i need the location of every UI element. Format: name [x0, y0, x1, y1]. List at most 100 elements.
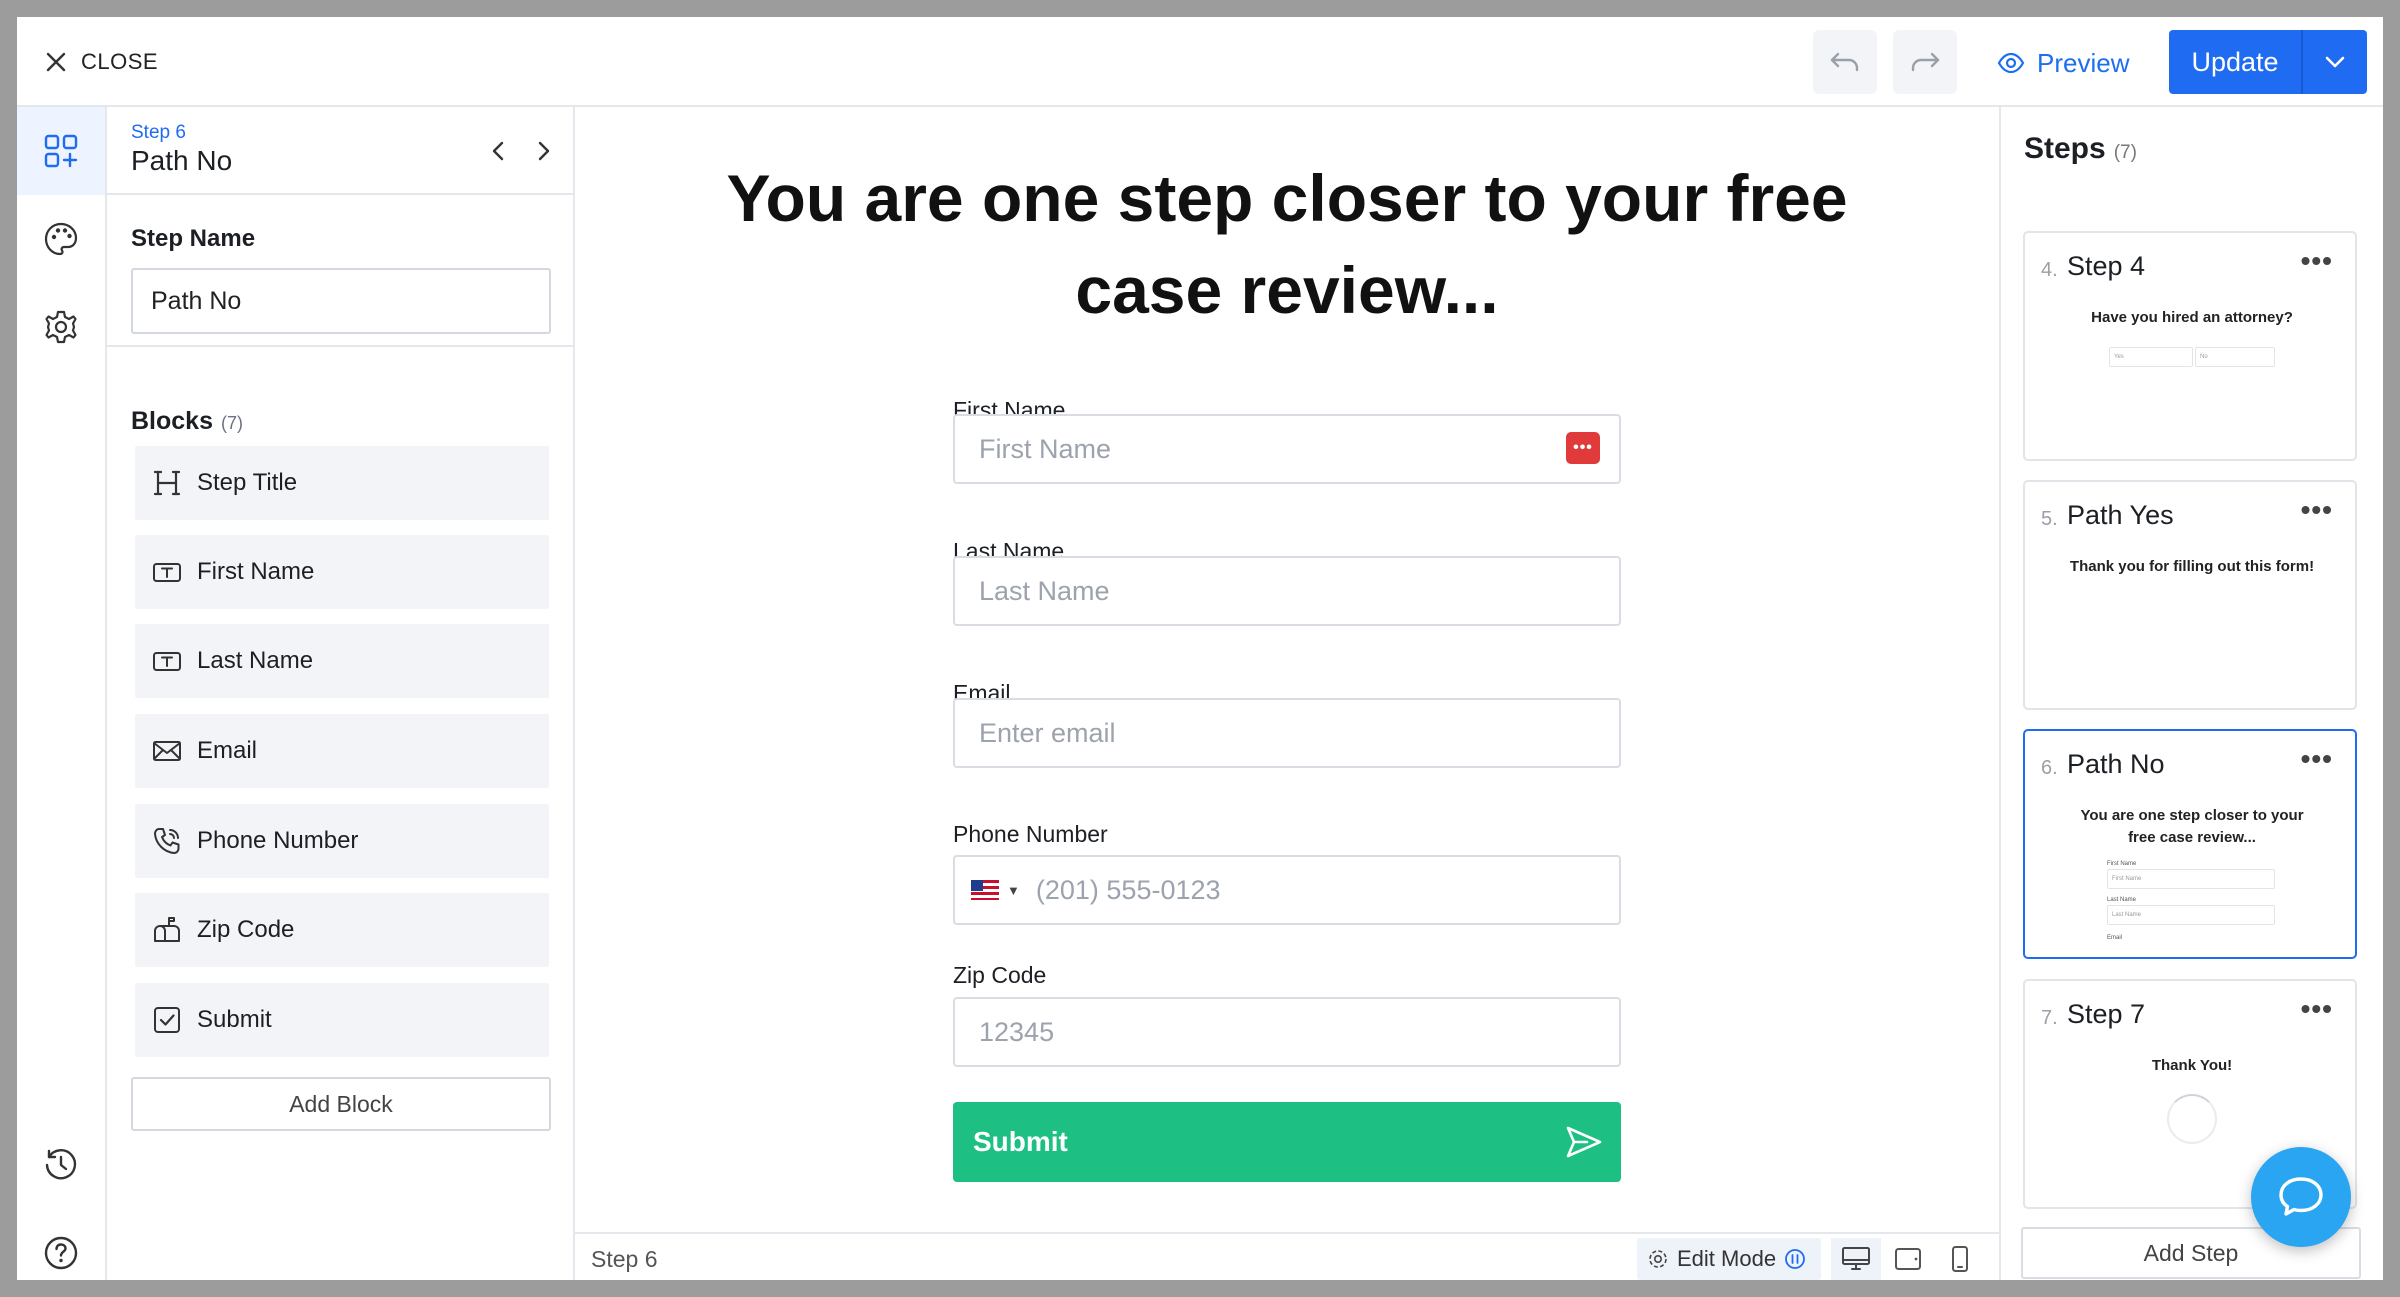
phone-label: Phone Number [953, 821, 1108, 847]
block-label: Phone Number [197, 827, 359, 854]
step-card-name: Path Yes [2067, 500, 2174, 530]
canvas-footer: Step 6 Edit Mode [575, 1232, 1999, 1280]
desktop-view-button[interactable] [1831, 1238, 1881, 1280]
mobile-icon [1952, 1246, 1968, 1272]
undo-button[interactable] [1813, 30, 1877, 94]
step-card-name: Step 7 [2067, 999, 2146, 1029]
redo-button[interactable] [1893, 30, 1957, 94]
text-field-icon [151, 556, 183, 588]
block-item-zip-code[interactable]: Zip Code [135, 893, 549, 967]
undo-icon [1830, 52, 1859, 72]
tablet-icon [1895, 1248, 1921, 1270]
pause-icon [1785, 1249, 1805, 1269]
submit-label: Submit [973, 1126, 1068, 1157]
step-header: Step 6 Path No [107, 107, 573, 195]
block-item-phone-number[interactable]: Phone Number [135, 804, 549, 878]
next-step-button[interactable] [527, 131, 561, 171]
edit-mode-toggle[interactable]: Edit Mode [1637, 1238, 1821, 1280]
close-button[interactable]: CLOSE [45, 45, 158, 79]
preview-label: Preview [2037, 47, 2130, 78]
form-canvas: You are one step closer to your free cas… [575, 107, 1999, 1280]
block-label: Email [197, 737, 258, 764]
icon-rail [17, 107, 107, 1280]
update-button[interactable]: Update [2169, 30, 2301, 94]
step-title: Path No [131, 145, 233, 176]
step-card-number: 5. [2041, 508, 2058, 530]
step-card-preview-title: Thank You! [2151, 1057, 2233, 1074]
step-name-input[interactable] [131, 268, 551, 334]
step-card-4[interactable]: 4. Step 4 ••• Have you hired an attorney… [2023, 231, 2357, 461]
zip-code-label: Zip Code [953, 962, 1047, 988]
step-name-heading: Step Name [131, 225, 256, 252]
send-icon [1566, 1126, 1602, 1158]
rail-theme-button[interactable] [17, 195, 105, 283]
more-options-icon[interactable]: ••• [2301, 743, 2333, 775]
current-step-label: Step 6 [591, 1246, 658, 1272]
chevron-down-icon [2325, 56, 2345, 68]
step-name-section: Step Name [107, 195, 573, 347]
zip-code-input[interactable] [953, 997, 1621, 1067]
block-item-first-name[interactable]: First Name [135, 535, 549, 609]
prev-step-button[interactable] [481, 131, 515, 171]
rail-help-button[interactable] [17, 1209, 105, 1280]
loading-spinner-icon [2167, 1094, 2217, 1144]
blocks-heading-label: Blocks [131, 407, 213, 435]
update-button-group: Update [2169, 30, 2367, 94]
rail-history-button[interactable] [17, 1121, 105, 1209]
us-flag-icon[interactable] [971, 880, 999, 900]
phone-icon [151, 825, 183, 857]
more-options-icon[interactable]: ••• [2301, 993, 2333, 1025]
preview-field-label: First Name [2107, 861, 2137, 867]
step-card-number: 4. [2041, 259, 2058, 281]
tablet-view-button[interactable] [1883, 1238, 1933, 1280]
block-label: Submit [197, 1006, 272, 1033]
more-options-icon[interactable]: ••• [2301, 494, 2333, 526]
submit-button[interactable]: Submit [953, 1102, 1621, 1182]
block-item-last-name[interactable]: Last Name [135, 624, 549, 698]
redo-icon [1911, 52, 1940, 72]
desktop-icon [1842, 1247, 1870, 1270]
form-title[interactable]: You are one step closer to your free cas… [725, 152, 1849, 336]
edit-mode-label: Edit Mode [1677, 1246, 1777, 1271]
more-options-icon[interactable]: ••• [2301, 245, 2333, 277]
form-builder-modal: CLOSE Preview Update Step 6 Path No Step… [17, 17, 2383, 1280]
preview-button[interactable]: Preview [1997, 43, 2129, 83]
block-label: Step Title [197, 469, 298, 496]
step-card-number: 6. [2041, 757, 2058, 779]
rail-blocks-button[interactable] [17, 107, 105, 195]
block-item-submit[interactable]: Submit [135, 983, 549, 1057]
step-number-label: Step 6 [131, 122, 186, 143]
step-card-preview-title: Thank you for filling out this form! [2069, 558, 2315, 575]
mail-icon [151, 735, 183, 767]
preview-field: First Name [2107, 869, 2275, 889]
first-name-input[interactable] [953, 414, 1621, 484]
add-block-button[interactable]: Add Block [131, 1077, 551, 1131]
last-name-input[interactable] [953, 556, 1621, 626]
update-dropdown-button[interactable] [2303, 30, 2367, 94]
preview-field: Last Name [2107, 905, 2275, 925]
block-item-email[interactable]: Email [135, 714, 549, 788]
palette-icon [44, 222, 78, 256]
block-item-step-title[interactable]: Step Title [135, 446, 549, 520]
mobile-view-button[interactable] [1935, 1238, 1985, 1280]
caret-down-icon[interactable]: ▼ [1007, 883, 1020, 898]
close-icon [46, 52, 66, 72]
rail-settings-button[interactable] [17, 283, 105, 371]
email-input[interactable] [953, 698, 1621, 768]
step-card-preview-title: Have you hired an attorney? [2091, 309, 2293, 326]
step-card-name: Path No [2067, 749, 2165, 779]
top-bar: CLOSE Preview Update [17, 17, 2383, 107]
step-card-6[interactable]: 6. Path No ••• You are one step closer t… [2023, 729, 2357, 959]
chevron-right-icon [538, 141, 550, 161]
step-card-preview-title: You are one step closer to your free cas… [2080, 807, 2304, 846]
block-label: Last Name [197, 647, 314, 674]
gear-icon [1649, 1250, 1667, 1268]
phone-input[interactable] [1035, 860, 1619, 920]
chat-support-button[interactable] [2251, 1147, 2351, 1247]
block-label: Zip Code [197, 916, 295, 943]
eye-icon [1997, 53, 2025, 73]
step-card-5[interactable]: 5. Path Yes ••• Thank you for filling ou… [2023, 480, 2357, 710]
checkbox-icon [151, 1004, 183, 1036]
block-label: First Name [197, 558, 315, 585]
password-manager-icon[interactable]: ••• [1566, 432, 1600, 464]
